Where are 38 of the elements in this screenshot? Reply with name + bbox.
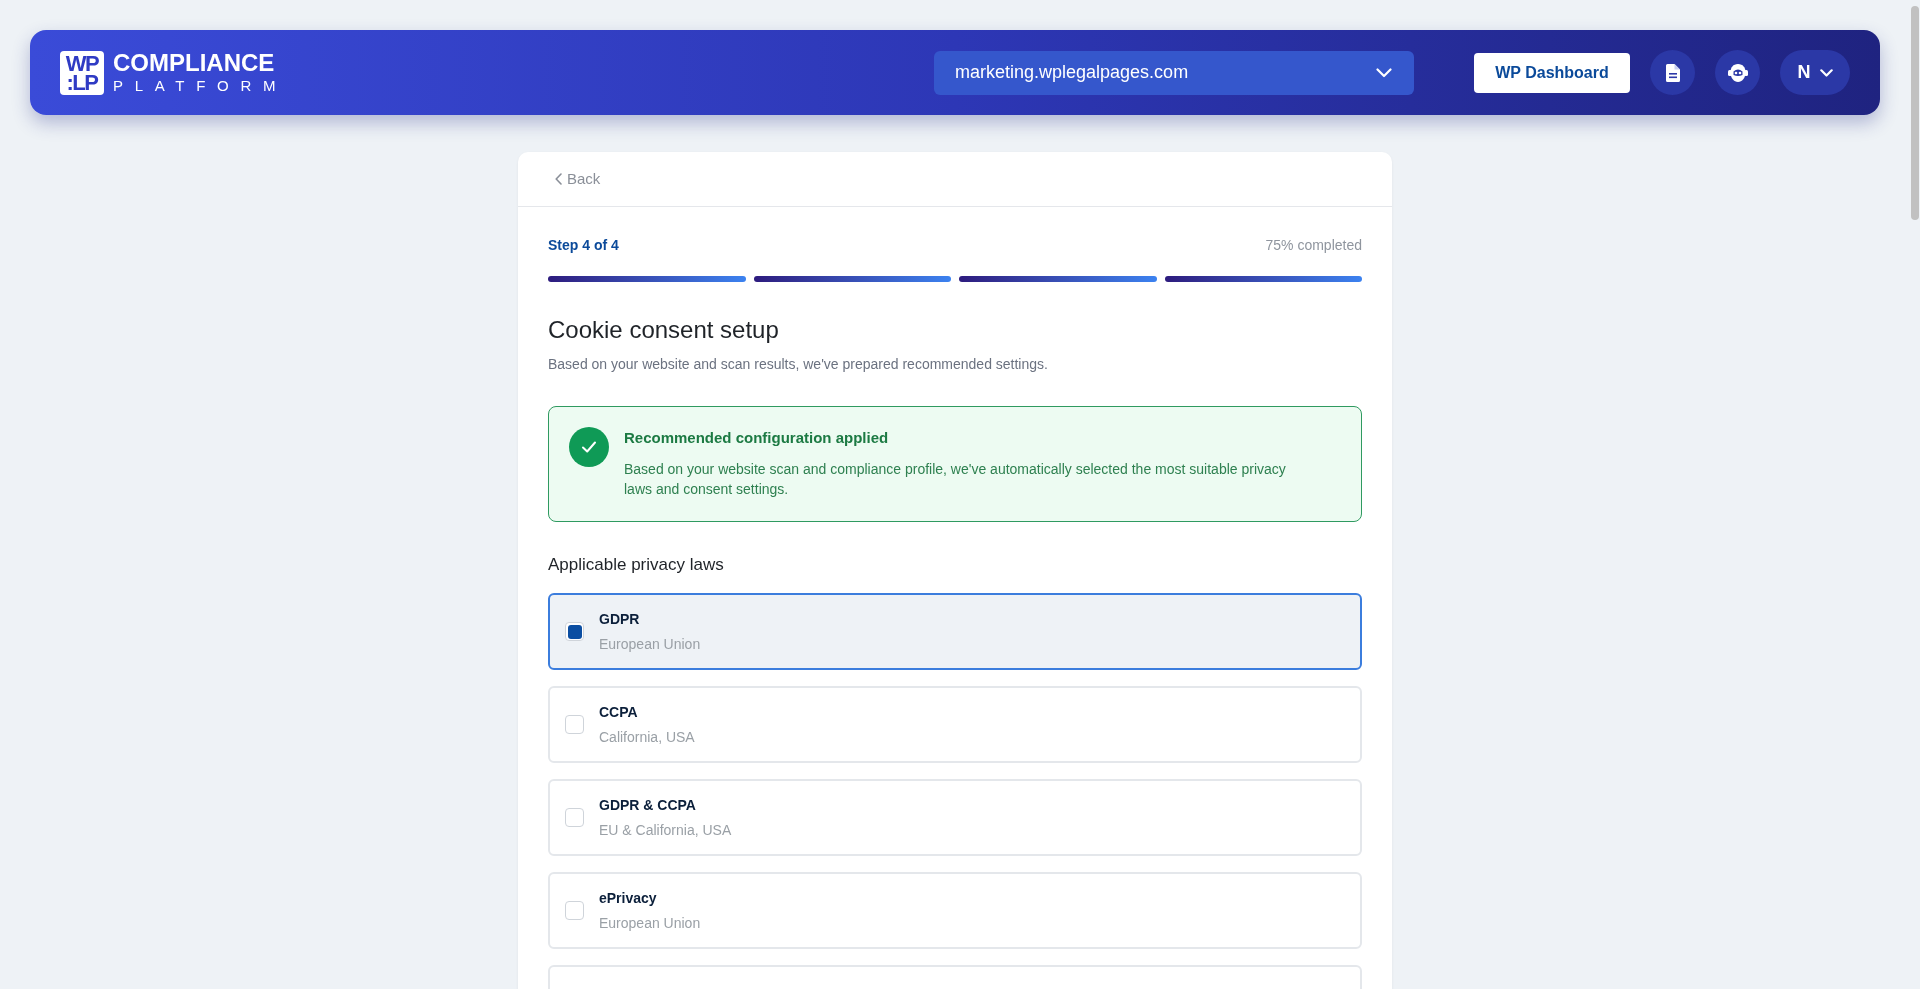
brand-name: COMPLIANCE	[113, 51, 276, 74]
law-option[interactable]: GDPR & CCPA EU & California, USA	[548, 779, 1362, 856]
page-subtitle: Based on your website and scan results, we've prepared recommended settings.	[548, 355, 1049, 374]
law-name: CCPA	[599, 703, 639, 722]
step-indicator: Step 4 of 4	[548, 236, 619, 255]
site-select[interactable]: marketing.wplegalpages.com	[934, 50, 1414, 95]
law-name: ePrivacy	[599, 889, 658, 908]
law-name: GDPR & CCPA	[599, 796, 697, 815]
scrollbar-thumb[interactable]	[1911, 6, 1919, 220]
law-region: California, USA	[599, 728, 695, 747]
page-title: Cookie consent setup	[548, 315, 780, 345]
check-circle-icon	[569, 427, 609, 467]
dashboard-button[interactable]: WP Dashboard	[1474, 52, 1630, 93]
notice-title: Recommended configuration applied	[624, 428, 890, 448]
checkbox[interactable]	[565, 622, 584, 641]
face-icon	[1727, 63, 1748, 82]
law-option[interactable]: CCPA California, USA	[548, 686, 1362, 763]
documents-button[interactable]	[1650, 50, 1695, 95]
checkbox[interactable]	[565, 901, 584, 920]
chevron-down-icon	[1819, 68, 1833, 77]
brand-subtitle: PLATFORM	[113, 77, 288, 94]
law-region: EU & California, USA	[599, 821, 732, 840]
support-button[interactable]	[1715, 50, 1760, 95]
chevron-down-icon	[1376, 67, 1392, 78]
notice-text: Based on your website scan and compliance profile, we've automatically selected the most suitable privacy laws and consent settings.	[624, 460, 1287, 499]
user-menu-button[interactable]: N	[1780, 50, 1850, 95]
law-option[interactable]: ePrivacy European Union	[548, 872, 1362, 949]
law-region: European Union	[599, 914, 701, 933]
progress-percent: 75% completed	[1265, 236, 1362, 255]
law-option[interactable]: GDPR European Union	[548, 593, 1362, 670]
checkbox[interactable]	[565, 808, 584, 827]
checkbox[interactable]	[565, 715, 584, 734]
law-name: GDPR	[599, 610, 641, 629]
law-region: European Union	[599, 635, 701, 654]
chevron-left-icon	[555, 173, 562, 185]
document-icon	[1665, 63, 1680, 82]
section-heading: Applicable privacy laws	[548, 554, 725, 576]
logo-mark: WP :LP	[60, 50, 104, 95]
